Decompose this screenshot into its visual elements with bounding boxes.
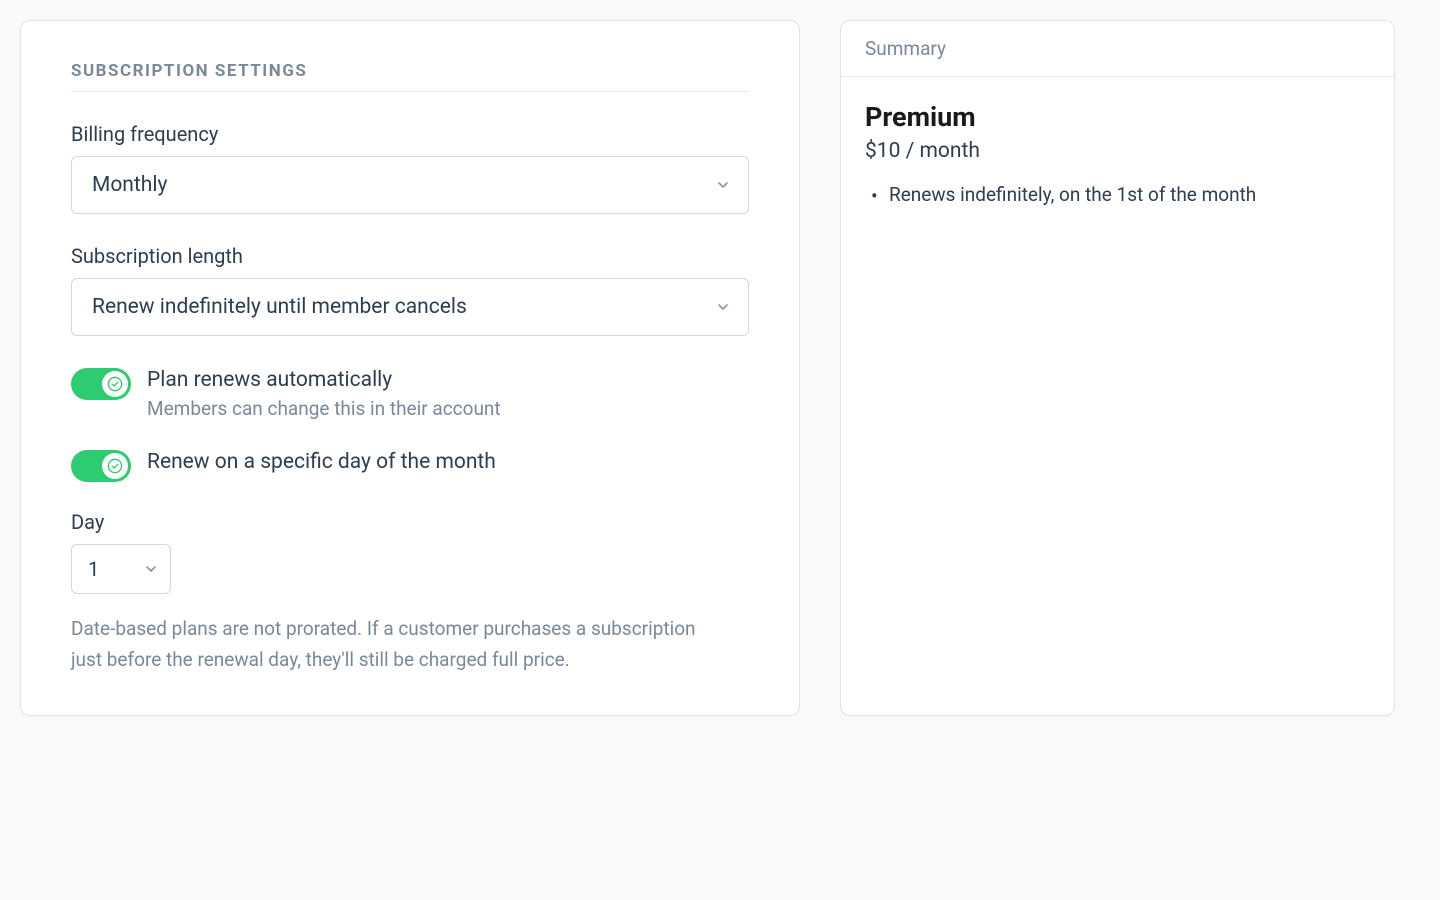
summary-heading: Summary: [841, 21, 1394, 77]
summary-list: Renews indefinitely, on the 1st of the m…: [865, 181, 1370, 210]
subscription-length-value: Renew indefinitely until member cancels: [71, 278, 749, 336]
specific-day-toggle[interactable]: [71, 450, 131, 482]
plan-name: Premium: [865, 101, 1370, 133]
subscription-length-label: Subscription length: [71, 244, 749, 268]
day-select[interactable]: 1: [71, 544, 171, 594]
auto-renew-row: Plan renews automatically Members can ch…: [71, 366, 749, 420]
specific-day-row: Renew on a specific day of the month: [71, 448, 749, 482]
specific-day-text: Renew on a specific day of the month: [147, 448, 749, 477]
summary-item: Renews indefinitely, on the 1st of the m…: [865, 181, 1370, 210]
auto-renew-title: Plan renews automatically: [147, 366, 749, 395]
toggle-knob: [102, 371, 128, 397]
billing-frequency-select[interactable]: Monthly: [71, 156, 749, 214]
summary-body: Premium $10 / month Renews indefinitely,…: [841, 77, 1394, 238]
check-circle-icon: [107, 458, 123, 474]
billing-frequency-group: Billing frequency Monthly: [71, 122, 749, 214]
subscription-length-select[interactable]: Renew indefinitely until member cancels: [71, 278, 749, 336]
section-heading: SUBSCRIPTION SETTINGS: [71, 61, 749, 92]
billing-frequency-label: Billing frequency: [71, 122, 749, 146]
auto-renew-sub: Members can change this in their account: [147, 397, 749, 420]
specific-day-title: Renew on a specific day of the month: [147, 448, 749, 477]
billing-frequency-value: Monthly: [71, 156, 749, 214]
toggle-knob: [102, 453, 128, 479]
proration-help-text: Date-based plans are not prorated. If a …: [71, 614, 711, 675]
subscription-length-group: Subscription length Renew indefinitely u…: [71, 244, 749, 336]
summary-card: Summary Premium $10 / month Renews indef…: [840, 20, 1395, 716]
day-group: Day 1 Date-based plans are not prorated.…: [71, 510, 749, 675]
subscription-settings-card: SUBSCRIPTION SETTINGS Billing frequency …: [20, 20, 800, 716]
auto-renew-toggle[interactable]: [71, 368, 131, 400]
day-label: Day: [71, 510, 749, 534]
auto-renew-text: Plan renews automatically Members can ch…: [147, 366, 749, 420]
check-circle-icon: [107, 376, 123, 392]
plan-price: $10 / month: [865, 139, 1370, 163]
day-value: 1: [71, 544, 171, 594]
